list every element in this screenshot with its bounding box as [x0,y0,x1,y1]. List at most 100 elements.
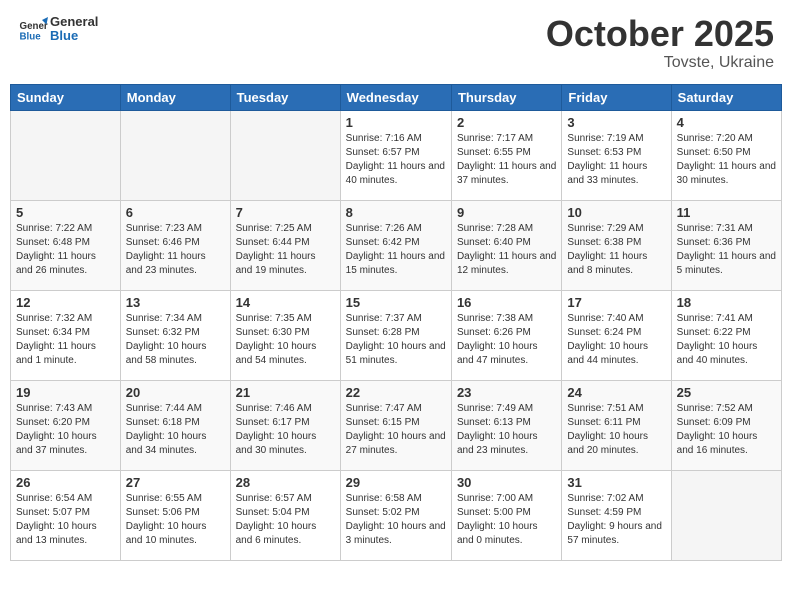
table-row: 14 Sunrise: 7:35 AM Sunset: 6:30 PM Dayli… [230,290,340,380]
day-number: 5 [16,205,115,220]
day-info: Sunrise: 7:43 AM Sunset: 6:20 PM Dayligh… [16,402,115,458]
day-number: 27 [126,475,225,490]
day-info: Sunrise: 7:17 AM Sunset: 6:55 PM Dayligh… [457,132,556,188]
calendar-table: Sunday Monday Tuesday Wednesday Thursday… [10,84,782,561]
table-row: 18 Sunrise: 7:41 AM Sunset: 6:22 PM Dayli… [671,290,781,380]
table-row: 20 Sunrise: 7:44 AM Sunset: 6:18 PM Dayli… [120,380,230,470]
day-info: Sunrise: 7:34 AM Sunset: 6:32 PM Dayligh… [126,312,225,368]
day-info: Sunrise: 7:00 AM Sunset: 5:00 PM Dayligh… [457,492,556,548]
location-heading: Tovste, Ukraine [546,54,774,72]
calendar-week-row: 19 Sunrise: 7:43 AM Sunset: 6:20 PM Dayli… [11,380,782,470]
table-row: 22Sunrise: 7:47 AM Sunset: 6:15 PM Dayli… [340,380,451,470]
day-number: 29 [346,475,446,490]
day-info: Sunrise: 7:20 AM Sunset: 6:50 PM Dayligh… [677,132,776,188]
table-row: 27 Sunrise: 6:55 AM Sunset: 5:06 PM Dayli… [120,470,230,560]
table-row: 24 Sunrise: 7:51 AM Sunset: 6:11 PM Dayli… [562,380,671,470]
logo-icon: General Blue [18,14,48,44]
table-row [671,470,781,560]
table-row: 19 Sunrise: 7:43 AM Sunset: 6:20 PM Dayli… [11,380,121,470]
day-number: 21 [236,385,335,400]
day-info: Sunrise: 7:25 AM Sunset: 6:44 PM Dayligh… [236,222,335,278]
day-number: 19 [16,385,115,400]
table-row: 31Sunrise: 7:02 AM Sunset: 4:59 PM Dayli… [562,470,671,560]
col-thursday: Thursday [451,84,561,110]
day-number: 18 [677,295,776,310]
day-info: Sunrise: 7:35 AM Sunset: 6:30 PM Dayligh… [236,312,335,368]
calendar-week-row: 12 Sunrise: 7:32 AM Sunset: 6:34 PM Dayli… [11,290,782,380]
table-row: 17 Sunrise: 7:40 AM Sunset: 6:24 PM Dayli… [562,290,671,380]
table-row: 4Sunrise: 7:20 AM Sunset: 6:50 PM Daylig… [671,110,781,200]
day-info: Sunrise: 7:32 AM Sunset: 6:34 PM Dayligh… [16,312,115,368]
day-info: Sunrise: 7:26 AM Sunset: 6:42 PM Dayligh… [346,222,446,278]
table-row [11,110,121,200]
day-number: 14 [236,295,335,310]
table-row: 5 Sunrise: 7:22 AM Sunset: 6:48 PM Daylig… [11,200,121,290]
day-info: Sunrise: 7:41 AM Sunset: 6:22 PM Dayligh… [677,312,776,368]
day-info: Sunrise: 7:38 AM Sunset: 6:26 PM Dayligh… [457,312,556,368]
day-number: 16 [457,295,556,310]
day-number: 23 [457,385,556,400]
day-info: Sunrise: 7:47 AM Sunset: 6:15 PM Dayligh… [346,402,446,458]
day-info: Sunrise: 6:57 AM Sunset: 5:04 PM Dayligh… [236,492,335,548]
table-row: 7 Sunrise: 7:25 AM Sunset: 6:44 PM Daylig… [230,200,340,290]
col-sunday: Sunday [11,84,121,110]
table-row [230,110,340,200]
table-row: 25 Sunrise: 7:52 AM Sunset: 6:09 PM Dayli… [671,380,781,470]
day-number: 11 [677,205,776,220]
table-row: 10Sunrise: 7:29 AM Sunset: 6:38 PM Dayli… [562,200,671,290]
day-info: Sunrise: 7:28 AM Sunset: 6:40 PM Dayligh… [457,222,556,278]
table-row: 1 Sunrise: 7:16 AM Sunset: 6:57 PM Daylig… [340,110,451,200]
logo-general-text: General [50,15,98,29]
day-number: 8 [346,205,446,220]
col-monday: Monday [120,84,230,110]
day-number: 7 [236,205,335,220]
day-info: Sunrise: 7:52 AM Sunset: 6:09 PM Dayligh… [677,402,776,458]
day-number: 25 [677,385,776,400]
calendar-week-row: 5 Sunrise: 7:22 AM Sunset: 6:48 PM Daylig… [11,200,782,290]
day-info: Sunrise: 7:31 AM Sunset: 6:36 PM Dayligh… [677,222,776,278]
day-info: Sunrise: 7:02 AM Sunset: 4:59 PM Dayligh… [567,492,665,548]
col-tuesday: Tuesday [230,84,340,110]
day-number: 20 [126,385,225,400]
table-row: 26Sunrise: 6:54 AM Sunset: 5:07 PM Dayli… [11,470,121,560]
table-row: 8 Sunrise: 7:26 AM Sunset: 6:42 PM Daylig… [340,200,451,290]
day-info: Sunrise: 7:40 AM Sunset: 6:24 PM Dayligh… [567,312,665,368]
day-info: Sunrise: 7:16 AM Sunset: 6:57 PM Dayligh… [346,132,446,188]
day-info: Sunrise: 7:22 AM Sunset: 6:48 PM Dayligh… [16,222,115,278]
table-row: 28 Sunrise: 6:57 AM Sunset: 5:04 PM Dayli… [230,470,340,560]
day-info: Sunrise: 7:29 AM Sunset: 6:38 PM Dayligh… [567,222,665,278]
day-info: Sunrise: 6:54 AM Sunset: 5:07 PM Dayligh… [16,492,115,548]
svg-text:General: General [20,21,49,32]
table-row: 16 Sunrise: 7:38 AM Sunset: 6:26 PM Dayli… [451,290,561,380]
table-row: 21Sunrise: 7:46 AM Sunset: 6:17 PM Dayli… [230,380,340,470]
table-row: 2Sunrise: 7:17 AM Sunset: 6:55 PM Daylig… [451,110,561,200]
table-row: 11 Sunrise: 7:31 AM Sunset: 6:36 PM Dayli… [671,200,781,290]
day-number: 28 [236,475,335,490]
day-info: Sunrise: 7:44 AM Sunset: 6:18 PM Dayligh… [126,402,225,458]
day-number: 1 [346,115,446,130]
logo-blue-text: Blue [50,29,98,43]
col-friday: Friday [562,84,671,110]
day-info: Sunrise: 7:37 AM Sunset: 6:28 PM Dayligh… [346,312,446,368]
day-number: 12 [16,295,115,310]
day-number: 9 [457,205,556,220]
table-row: 23Sunrise: 7:49 AM Sunset: 6:13 PM Dayli… [451,380,561,470]
day-number: 24 [567,385,665,400]
month-heading: October 2025 [546,14,774,54]
table-row: 13 Sunrise: 7:34 AM Sunset: 6:32 PM Dayli… [120,290,230,380]
day-info: Sunrise: 6:55 AM Sunset: 5:06 PM Dayligh… [126,492,225,548]
day-number: 30 [457,475,556,490]
logo: General Blue General Blue [18,14,98,44]
day-info: Sunrise: 7:19 AM Sunset: 6:53 PM Dayligh… [567,132,665,188]
table-row: 29Sunrise: 6:58 AM Sunset: 5:02 PM Dayli… [340,470,451,560]
day-number: 3 [567,115,665,130]
col-wednesday: Wednesday [340,84,451,110]
day-info: Sunrise: 7:23 AM Sunset: 6:46 PM Dayligh… [126,222,225,278]
day-info: Sunrise: 7:51 AM Sunset: 6:11 PM Dayligh… [567,402,665,458]
day-number: 17 [567,295,665,310]
table-row [120,110,230,200]
month-title: October 2025 Tovste, Ukraine [546,14,774,72]
day-number: 13 [126,295,225,310]
calendar-header-row: Sunday Monday Tuesday Wednesday Thursday… [11,84,782,110]
table-row: 3 Sunrise: 7:19 AM Sunset: 6:53 PM Daylig… [562,110,671,200]
